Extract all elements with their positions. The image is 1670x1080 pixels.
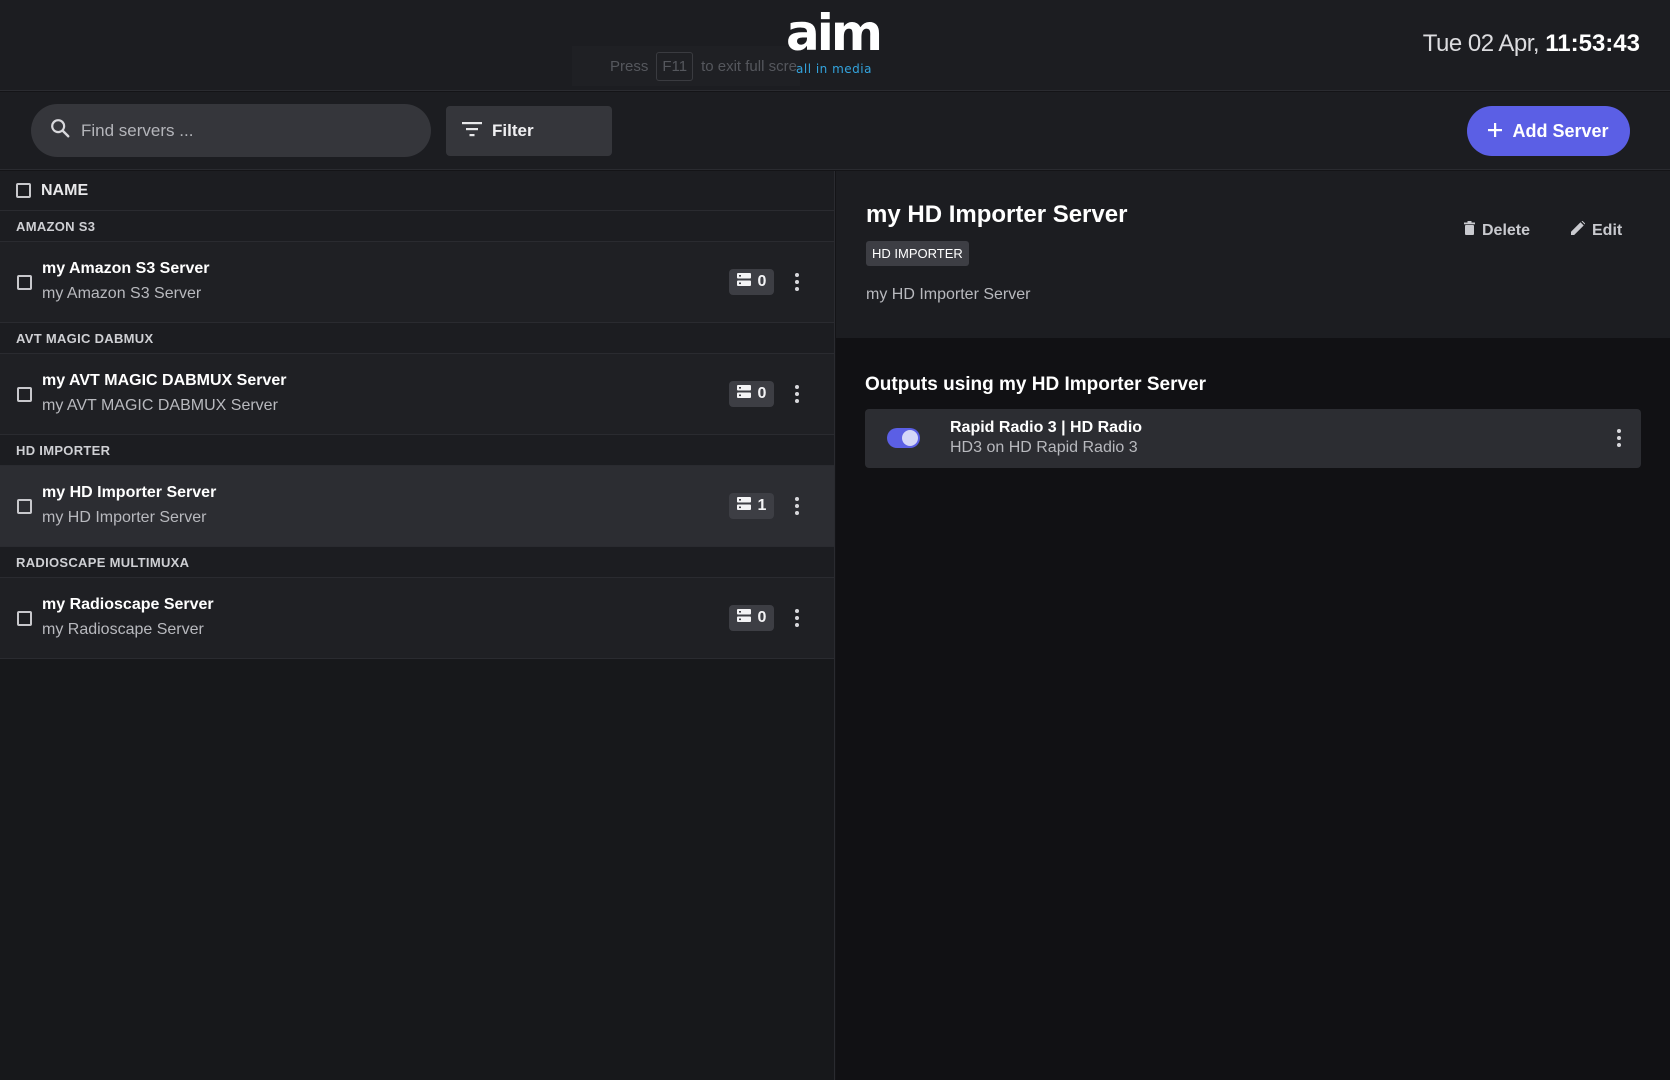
detail-header: my HD Importer Server HD IMPORTER my HD … [836,171,1670,338]
group-label: AMAZON S3 [0,211,834,242]
list-header: NAME [0,171,834,211]
detail-description: my HD Importer Server [866,286,1031,303]
server-description: my AVT MAGIC DABMUX Server [42,397,278,414]
output-count-badge: 0 [729,269,774,295]
outputs-title: Outputs using my HD Importer Server [865,374,1207,395]
output-title: Rapid Radio 3 | HD Radio [950,419,1143,436]
kebab-menu-icon[interactable] [1612,426,1626,450]
server-description: my Amazon S3 Server [42,285,202,302]
output-item[interactable]: Rapid Radio 3 | HD Radio HD3 on HD Rapid… [865,409,1641,468]
row-checkbox[interactable] [17,499,32,514]
kebab-menu-icon[interactable] [790,494,804,518]
server-icon [736,273,751,291]
server-description: my Radioscape Server [42,621,204,638]
toolbar: Filter Add Server [0,92,1670,170]
aim-logo: aim all in media [786,8,896,80]
server-name: my HD Importer Server [42,484,217,501]
group-label: AVT MAGIC DABMUX [0,323,834,354]
trash-icon [1464,221,1475,240]
logo-tagline: all in media [796,62,872,76]
search-icon [49,117,71,144]
pencil-icon [1571,220,1586,240]
delete-label: Delete [1482,221,1531,239]
output-count-badge: 1 [729,493,774,519]
clock-time: 11:53:43 [1545,30,1640,57]
output-count: 1 [757,497,767,514]
search-box[interactable] [31,104,431,157]
delete-button[interactable]: Delete [1464,221,1530,240]
output-enabled-toggle[interactable] [887,428,920,448]
clock-date: Tue 02 Apr, [1422,30,1546,57]
group-label: RADIOSCAPE MULTIMUXA [0,547,834,578]
server-row[interactable]: my Amazon S3 Server my Amazon S3 Server … [0,242,834,323]
fullscreen-hint: Press F11 to exit full scre [572,46,800,86]
server-row[interactable]: my Radioscape Server my Radioscape Serve… [0,578,834,659]
edit-button[interactable]: Edit [1571,220,1623,240]
server-icon [736,497,751,515]
server-row-selected[interactable]: my HD Importer Server my HD Importer Ser… [0,466,834,547]
server-name: my Radioscape Server [42,596,214,613]
output-count-badge: 0 [729,381,774,407]
logo-wordmark: aim [786,4,883,62]
server-icon [736,385,751,403]
output-count-badge: 0 [729,605,774,631]
server-list: NAME AMAZON S3 my Amazon S3 Server my Am… [0,171,835,1080]
server-description: my HD Importer Server [42,509,207,526]
row-checkbox[interactable] [17,275,32,290]
top-bar: Press F11 to exit full scre aim all in m… [0,0,1670,91]
search-input[interactable] [81,120,401,141]
clock: Tue 02 Apr, 11:53:43 [1423,30,1640,58]
filter-icon [462,121,482,142]
kebab-menu-icon[interactable] [790,270,804,294]
server-icon [736,609,751,627]
row-checkbox[interactable] [17,611,32,626]
server-type-badge: HD IMPORTER [866,241,969,266]
filter-button[interactable]: Filter [446,106,612,156]
select-all-checkbox[interactable] [16,183,31,198]
edit-label: Edit [1592,221,1623,239]
detail-title: my HD Importer Server [866,201,1128,228]
output-subtitle: HD3 on HD Rapid Radio 3 [950,439,1138,456]
fullscreen-hint-text: to exit full scre [701,57,797,75]
server-row[interactable]: my AVT MAGIC DABMUX Server my AVT MAGIC … [0,354,834,435]
kebab-menu-icon[interactable] [790,606,804,630]
output-count: 0 [757,273,767,290]
fullscreen-hint-key: F11 [656,51,694,81]
add-server-label: Add Server [1512,120,1609,141]
detail-body: Outputs using my HD Importer Server Rapi… [836,338,1670,1080]
server-name: my Amazon S3 Server [42,260,210,277]
output-count: 0 [757,609,767,626]
plus-icon [1488,121,1503,142]
kebab-menu-icon[interactable] [790,382,804,406]
server-name: my AVT MAGIC DABMUX Server [42,372,287,389]
filter-label: Filter [492,121,534,140]
row-checkbox[interactable] [17,387,32,402]
output-count: 0 [757,385,767,402]
toggle-knob [902,430,918,446]
fullscreen-hint-press: Press [610,57,649,75]
column-header-name: NAME [41,181,89,199]
group-label: HD IMPORTER [0,435,834,466]
add-server-button[interactable]: Add Server [1467,106,1630,156]
